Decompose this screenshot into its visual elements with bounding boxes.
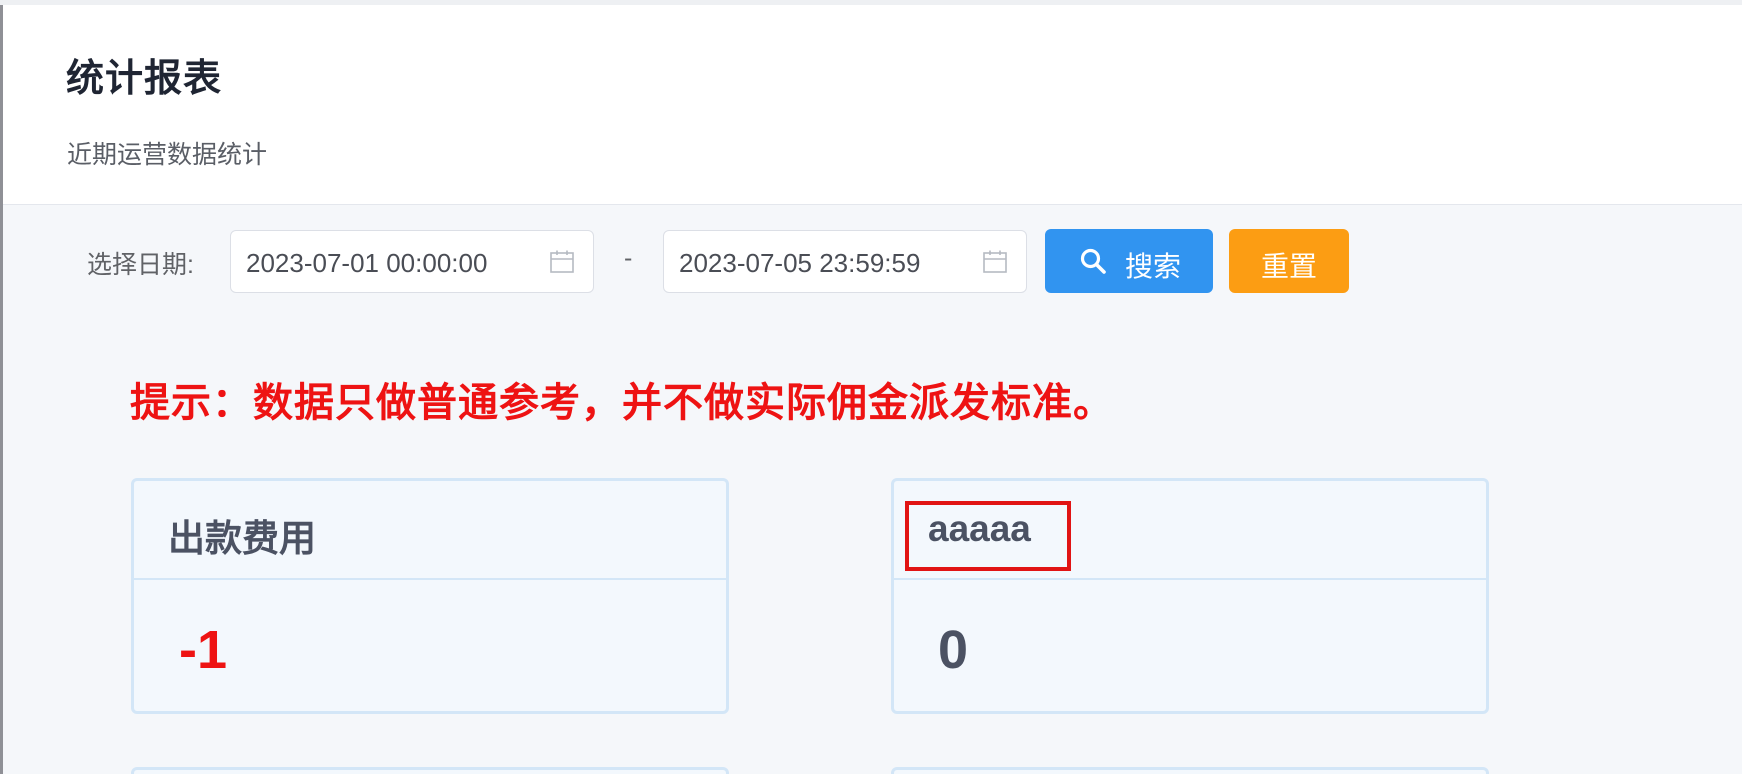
- page: 统计报表 近期运营数据统计 选择日期: 2023-07-01 00:00:00 …: [0, 0, 1742, 774]
- card-title: aaaaa: [928, 508, 1031, 549]
- stat-card: 出款费用 -1: [131, 478, 729, 714]
- start-date-input[interactable]: 2023-07-01 00:00:00: [230, 230, 594, 293]
- reset-button-label: 重置: [1261, 251, 1318, 282]
- notice-text: 提示：数据只做普通参考，并不做实际佣金派发标准。: [130, 381, 1114, 425]
- next-stat-card: [891, 767, 1489, 774]
- search-button-label: 搜索: [1125, 251, 1182, 282]
- next-stat-card: [131, 767, 729, 774]
- page-title: 统计报表: [66, 58, 223, 100]
- date-filter-label: 选择日期:: [87, 251, 194, 279]
- card-header: aaaaa: [894, 481, 1486, 580]
- calendar-icon: [550, 250, 574, 273]
- calendar-icon: [983, 250, 1007, 273]
- start-date-value: 2023-07-01 00:00:00: [246, 248, 488, 278]
- end-date-input[interactable]: 2023-07-05 23:59:59: [663, 230, 1027, 293]
- page-subtitle: 近期运营数据统计: [67, 141, 268, 169]
- end-date-value: 2023-07-05 23:59:59: [679, 248, 921, 278]
- card-value: -1: [179, 620, 228, 680]
- range-separator: -: [624, 244, 633, 272]
- reset-button[interactable]: 重置: [1229, 229, 1349, 293]
- search-icon: [1080, 248, 1106, 274]
- page-header: 统计报表 近期运营数据统计: [3, 5, 1742, 205]
- card-header: 出款费用: [134, 481, 726, 580]
- stat-card: aaaaa 0: [891, 478, 1489, 714]
- search-button[interactable]: 搜索: [1045, 229, 1213, 293]
- card-title: 出款费用: [168, 518, 316, 559]
- card-value: 0: [938, 620, 969, 680]
